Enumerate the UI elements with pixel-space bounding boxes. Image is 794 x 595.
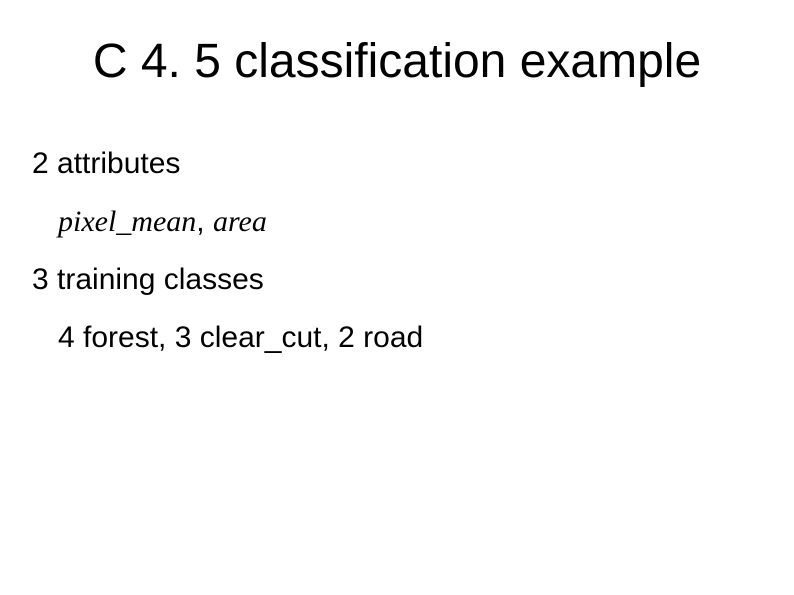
classes-count: 3 training classes [32,256,762,304]
slide-title: C 4. 5 classification example [0,34,794,89]
attributes-count: 2 attributes [32,140,762,188]
attr-area: area [213,205,267,238]
slide: C 4. 5 classification example 2 attribut… [0,0,794,595]
slide-body: 2 attributes pixel_mean, area 3 training… [32,140,762,362]
sep: , [196,205,213,238]
attributes-list: pixel_mean, area [32,198,762,246]
attr-pixel-mean: pixel_mean [58,205,196,238]
classes-list: 4 forest, 3 clear_cut, 2 road [32,314,762,362]
